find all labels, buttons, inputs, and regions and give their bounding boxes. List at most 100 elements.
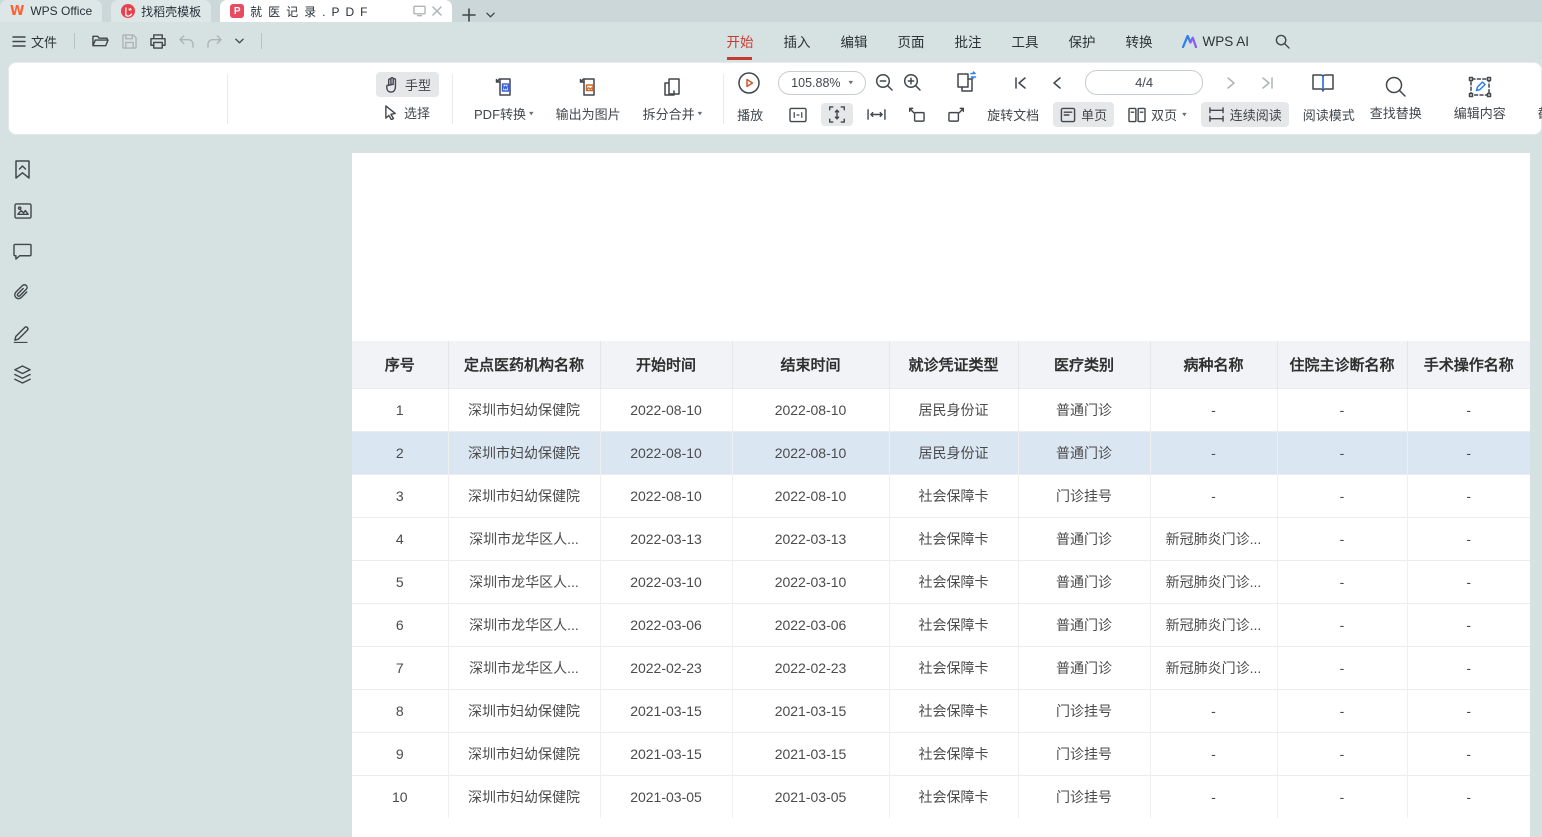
save-icon[interactable] bbox=[122, 34, 137, 49]
table-cell: 2021-03-15 bbox=[600, 732, 732, 775]
table-cell: 2022-08-10 bbox=[732, 388, 889, 431]
main-area: 序号定点医药机构名称开始时间结束时间就诊凭证类型医疗类别病种名称住院主诊断名称手… bbox=[0, 137, 1542, 837]
tab-list-chevron-icon[interactable] bbox=[486, 12, 495, 18]
tab-wps-ai[interactable]: WPS AI bbox=[1182, 34, 1249, 49]
actual-size-button[interactable] bbox=[782, 104, 814, 126]
fit-page-button[interactable] bbox=[821, 103, 853, 126]
read-mode-icon[interactable] bbox=[1310, 72, 1336, 94]
table-cell: 普通门诊 bbox=[1018, 517, 1150, 560]
swap-pages-button[interactable] bbox=[954, 71, 980, 95]
prev-page-button[interactable] bbox=[1053, 77, 1061, 89]
ribbon-search-icon[interactable] bbox=[1275, 34, 1290, 49]
export-image-icon bbox=[576, 75, 600, 99]
table-header-cell: 手术操作名称 bbox=[1407, 341, 1530, 388]
close-icon[interactable] bbox=[432, 6, 442, 16]
table-cell: 2022-08-10 bbox=[600, 388, 732, 431]
open-file-icon[interactable] bbox=[92, 34, 109, 48]
table-row: 10深圳市妇幼保健院2021-03-052021-03-05社会保障卡门诊挂号-… bbox=[352, 775, 1530, 818]
rotate-document-label: 旋转文档 bbox=[987, 105, 1039, 124]
ribbon-toolbar: 手型 选择 PDF转换▾ 输出为图片 拆分合并▾ 105.88% bbox=[8, 62, 1542, 135]
table-cell: - bbox=[1277, 603, 1407, 646]
file-menu-button[interactable]: 文件 bbox=[12, 32, 57, 51]
zoom-level-dropdown[interactable]: 105.88% ▾ bbox=[778, 71, 866, 95]
tab-insert[interactable]: 插入 bbox=[783, 31, 810, 51]
table-cell: - bbox=[1277, 517, 1407, 560]
comment-icon[interactable] bbox=[12, 241, 33, 262]
attachment-icon[interactable] bbox=[12, 282, 33, 303]
chevron-down-icon: ▾ bbox=[1182, 110, 1187, 119]
table-cell: 社会保障卡 bbox=[889, 517, 1018, 560]
tab-home[interactable]: 开始 bbox=[726, 31, 753, 51]
table-cell: 深圳市妇幼保健院 bbox=[448, 732, 600, 775]
tab-label: 找稻壳模板 bbox=[141, 3, 201, 20]
screenshot-compare-button[interactable]: 截图对比 bbox=[1530, 72, 1542, 126]
tab-comment[interactable]: 批注 bbox=[954, 31, 981, 51]
undo-icon[interactable] bbox=[179, 35, 194, 48]
zoom-in-button[interactable] bbox=[903, 73, 922, 92]
table-cell: 2021-03-15 bbox=[732, 732, 889, 775]
tab-label: WPS Office bbox=[30, 4, 92, 18]
more-actions-chevron-icon[interactable] bbox=[235, 38, 244, 44]
new-tab-button[interactable] bbox=[462, 8, 476, 22]
hand-tool-button[interactable]: 手型 bbox=[376, 72, 439, 97]
record-table-body: 1深圳市妇幼保健院2022-08-102022-08-10居民身份证普通门诊--… bbox=[352, 388, 1530, 818]
single-page-button[interactable]: 单页 bbox=[1053, 102, 1114, 127]
edit-content-icon bbox=[1468, 76, 1492, 98]
export-image-button[interactable]: 输出为图片 bbox=[548, 71, 629, 127]
split-merge-button[interactable]: 拆分合并▾ bbox=[635, 71, 711, 127]
tab-wps-office[interactable]: W WPS Office bbox=[0, 0, 102, 22]
table-cell: - bbox=[1277, 474, 1407, 517]
last-page-button[interactable] bbox=[1261, 77, 1274, 89]
tab-document-pdf[interactable]: P 就医记录.PDF bbox=[220, 0, 452, 22]
rotate-right-button[interactable] bbox=[940, 103, 973, 126]
tab-convert[interactable]: 转换 bbox=[1125, 31, 1152, 51]
bookmark-icon[interactable] bbox=[12, 159, 33, 180]
read-mode-button[interactable]: 阅读模式 bbox=[1296, 102, 1362, 127]
next-page-button[interactable] bbox=[1227, 77, 1235, 89]
table-cell: - bbox=[1277, 388, 1407, 431]
continuous-read-icon bbox=[1208, 107, 1225, 122]
redo-icon[interactable] bbox=[207, 35, 222, 48]
double-page-button[interactable]: 双页 ▾ bbox=[1121, 102, 1194, 127]
rotate-left-button[interactable] bbox=[900, 103, 933, 126]
play-button[interactable] bbox=[737, 71, 761, 95]
single-page-label: 单页 bbox=[1081, 105, 1107, 124]
table-cell: 居民身份证 bbox=[889, 388, 1018, 431]
tab-edit[interactable]: 编辑 bbox=[840, 31, 867, 51]
tab-page[interactable]: 页面 bbox=[897, 31, 924, 51]
divider bbox=[227, 74, 228, 124]
table-cell: 2 bbox=[352, 431, 448, 474]
present-icon[interactable] bbox=[413, 5, 426, 17]
thumbnail-icon[interactable] bbox=[12, 200, 33, 221]
tab-tools[interactable]: 工具 bbox=[1011, 31, 1038, 51]
tab-protect[interactable]: 保护 bbox=[1068, 31, 1095, 51]
wps-logo-icon: W bbox=[10, 4, 24, 19]
continuous-read-button[interactable]: 连续阅读 bbox=[1201, 102, 1289, 127]
table-cell: - bbox=[1407, 474, 1530, 517]
signature-icon[interactable] bbox=[12, 323, 33, 344]
table-cell: 10 bbox=[352, 775, 448, 818]
table-cell: 深圳市妇幼保健院 bbox=[448, 388, 600, 431]
hand-icon bbox=[384, 77, 399, 93]
table-row: 8深圳市妇幼保健院2021-03-152021-03-15社会保障卡门诊挂号--… bbox=[352, 689, 1530, 732]
find-replace-button[interactable]: 查找替换 bbox=[1362, 72, 1430, 126]
fit-width-button[interactable] bbox=[860, 104, 893, 125]
rotate-document-button[interactable]: 旋转文档 bbox=[980, 102, 1046, 127]
table-cell: 7 bbox=[352, 646, 448, 689]
pdf-convert-button[interactable]: PDF转换▾ bbox=[466, 71, 542, 127]
table-cell: 2022-03-10 bbox=[732, 560, 889, 603]
wps-ai-label: WPS AI bbox=[1202, 34, 1249, 49]
layers-icon[interactable] bbox=[12, 364, 33, 385]
select-tool-button[interactable]: 选择 bbox=[376, 100, 439, 125]
table-cell: - bbox=[1407, 646, 1530, 689]
print-icon[interactable] bbox=[150, 34, 166, 49]
table-cell: - bbox=[1150, 732, 1277, 775]
edit-content-button[interactable]: 编辑内容 bbox=[1446, 72, 1514, 126]
zoom-out-button[interactable] bbox=[875, 73, 894, 92]
first-page-button[interactable] bbox=[1014, 77, 1027, 89]
page-number-input[interactable]: 4/4 bbox=[1085, 70, 1203, 95]
table-cell: - bbox=[1277, 732, 1407, 775]
tab-docer-templates[interactable]: じ 找稻壳模板 bbox=[111, 0, 211, 22]
table-cell: - bbox=[1407, 732, 1530, 775]
pdf-page[interactable]: 序号定点医药机构名称开始时间结束时间就诊凭证类型医疗类别病种名称住院主诊断名称手… bbox=[352, 153, 1530, 837]
